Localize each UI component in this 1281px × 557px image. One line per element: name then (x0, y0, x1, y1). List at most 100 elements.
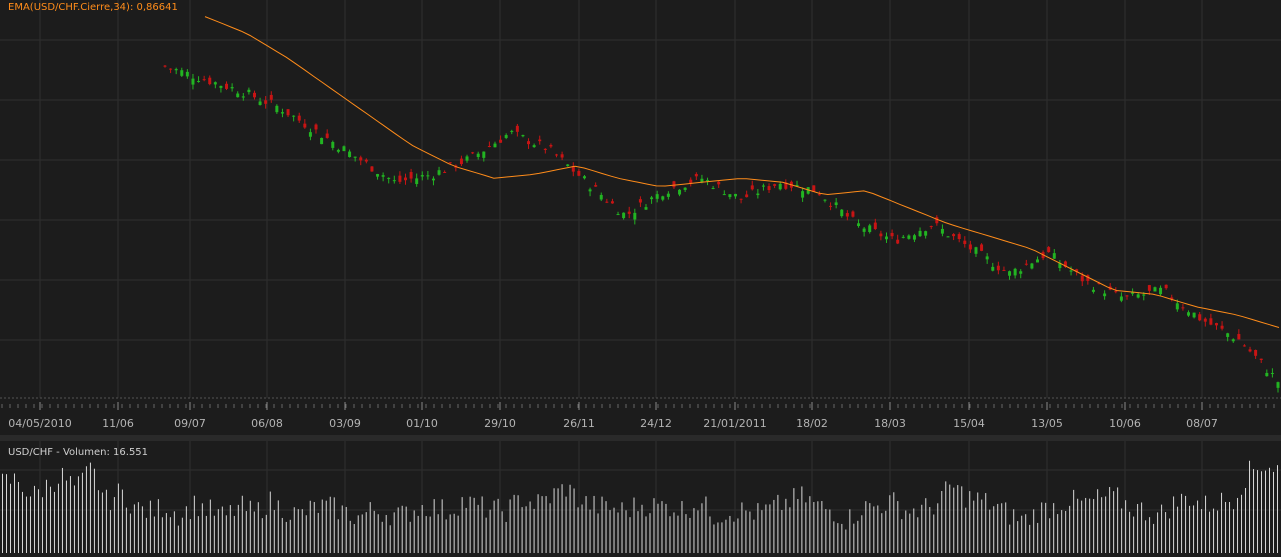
volume-bar (981, 499, 983, 553)
volume-bar (517, 495, 519, 553)
x-tick-label: 18/03 (874, 417, 906, 430)
candle-body (185, 71, 189, 77)
panel-separator[interactable] (0, 435, 1281, 441)
volume-bar (969, 491, 971, 553)
volume-bar (105, 489, 107, 553)
volume-bar (169, 517, 171, 553)
candle-body (1237, 334, 1241, 340)
candle-body (985, 256, 989, 260)
candle-body (1019, 271, 1023, 274)
candle-body (661, 196, 665, 200)
volume-bar (661, 501, 663, 553)
volume-bar (1209, 511, 1211, 553)
volume-bar (941, 490, 943, 553)
volume-bar (809, 496, 811, 553)
volume-bar (897, 501, 899, 553)
volume-bar (889, 495, 891, 553)
volume-bar (145, 517, 147, 553)
candle-body (1147, 285, 1151, 291)
volume-bar (305, 515, 307, 553)
volume-legend: USD/CHF - Volumen: 16.551 (8, 447, 148, 458)
volume-bar (1201, 509, 1203, 553)
volume-bar (973, 500, 975, 553)
candle-body (1052, 253, 1056, 259)
volume-bar (745, 510, 747, 553)
volume-bar (377, 514, 379, 553)
volume-bar (445, 519, 447, 553)
volume-bar (953, 487, 955, 553)
volume-bar (101, 492, 103, 553)
volume-bar (1033, 509, 1035, 553)
candle-body (1125, 295, 1129, 297)
candle-body (336, 149, 340, 152)
volume-bar (9, 483, 11, 553)
candle-body (1030, 263, 1034, 269)
candle-body (857, 223, 861, 227)
volume-bar (1121, 508, 1123, 553)
candle-body (745, 194, 749, 198)
candle-body (252, 92, 256, 98)
volume-bar (697, 510, 699, 553)
volume-bar (153, 516, 155, 553)
candle-body (532, 145, 536, 148)
volume-bar (1221, 492, 1223, 553)
volume-bar (1177, 506, 1179, 553)
volume-bar (769, 504, 771, 553)
volume-bar (817, 501, 819, 553)
volume-bar (1005, 502, 1007, 553)
candle-body (739, 198, 743, 200)
volume-bar (49, 486, 51, 553)
candle-body (1248, 349, 1252, 352)
candle-body (935, 217, 939, 224)
volume-bar (65, 480, 67, 553)
volume-bar (917, 517, 919, 553)
candle-body (303, 123, 307, 128)
volume-bar (309, 500, 311, 553)
candle-body (873, 222, 877, 230)
candle-body (896, 239, 900, 244)
volume-bar (161, 517, 163, 553)
candle-body (722, 194, 726, 196)
volume-bar (1013, 509, 1015, 553)
volume-bar (993, 506, 995, 553)
volume-bar (997, 503, 999, 553)
candle-body (924, 231, 928, 236)
volume-bar (737, 518, 739, 553)
x-tick-label: 01/10 (406, 417, 438, 430)
volume-bar (493, 500, 495, 553)
volume-bar (609, 510, 611, 553)
volume-bar (489, 509, 491, 553)
candle-body (1047, 247, 1051, 253)
volume-bar (757, 503, 759, 553)
candle-body (325, 133, 329, 138)
candle-body (767, 186, 771, 191)
volume-bar (93, 468, 95, 553)
volume-bar (557, 488, 559, 553)
volume-bar (869, 503, 871, 553)
volume-bar (185, 506, 187, 553)
ema-legend: EMA(USD/CHF.Cierre,34): 0,86641 (8, 2, 178, 13)
candle-body (963, 240, 967, 244)
candle-body (778, 183, 782, 190)
volume-bar (1097, 489, 1099, 553)
candle-body (650, 197, 654, 200)
volume-bar (397, 507, 399, 553)
candle-body (320, 137, 324, 145)
candle-body (202, 79, 206, 81)
x-tick-label: 26/11 (563, 417, 595, 430)
volume-bar (1257, 470, 1259, 553)
volume-bar (393, 512, 395, 553)
volume-bar (677, 515, 679, 553)
volume-bar (37, 489, 39, 553)
volume-bar (53, 491, 55, 553)
candle-body (197, 80, 201, 82)
candle-body (761, 185, 765, 187)
x-tick-label: 08/07 (1186, 417, 1218, 430)
volume-bar (265, 514, 267, 553)
volume-bar (685, 514, 687, 553)
candle-body (353, 156, 357, 158)
volume-bar (1153, 523, 1155, 553)
candle-body (616, 214, 620, 216)
volume-bar (577, 507, 579, 553)
volume-bar (801, 486, 803, 553)
